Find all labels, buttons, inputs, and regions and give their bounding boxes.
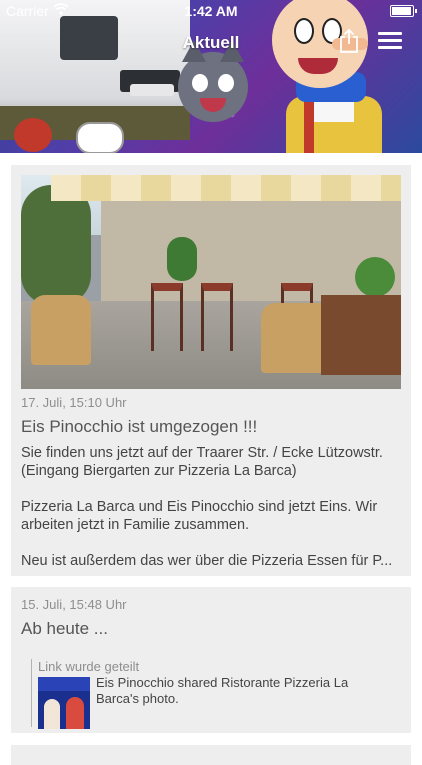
news-feed[interactable]: 17. Juli, 15:10 Uhr Eis Pinocchio ist um…	[0, 153, 422, 765]
photo-stool	[201, 283, 233, 351]
cat-eye	[192, 74, 208, 92]
post-body-line: (Eingang Biergarten zur Pizzeria La Barc…	[21, 463, 297, 479]
photo-plant	[355, 257, 395, 297]
post-body-line: arbeiten jetzt in Familie zusammen.	[21, 517, 250, 533]
post-card[interactable]: 15. Juli, 15:48 Uhr Ab heute ... Link wu…	[11, 587, 411, 733]
post-date: 15. Juli, 15:48 Uhr	[21, 597, 127, 612]
cat-eye	[218, 74, 234, 92]
banner-tomato-figure	[14, 118, 52, 152]
shared-link[interactable]: Link wurde geteilt Eis Pinocchio shared …	[31, 659, 392, 729]
post-body-line: Sie finden uns jetzt auf der Traarer Str…	[21, 445, 383, 461]
status-time: 1:42 AM	[184, 3, 238, 19]
post-body: Sie finden uns jetzt auf der Traarer Str…	[21, 444, 401, 570]
status-bar: Carrier 1:42 AM	[0, 0, 422, 22]
pinocchio-strap	[304, 96, 314, 153]
post-title: Eis Pinocchio ist umgezogen !!!	[21, 417, 258, 436]
photo-tree	[21, 185, 91, 305]
menu-icon-bar	[378, 32, 402, 35]
shared-link-text[interactable]: Eis Pinocchio shared Ristorante Pizzeria…	[96, 675, 386, 707]
shared-link-label: Link wurde geteilt	[38, 659, 140, 674]
menu-icon-bar	[378, 46, 402, 49]
post-body-line: Pizzeria La Barca und Eis Pinocchio sind…	[21, 499, 378, 515]
banner-glove-figure	[76, 122, 124, 153]
thumbnail-banner	[38, 677, 90, 691]
photo-stool	[151, 283, 183, 351]
cat-mouth	[200, 98, 226, 112]
battery-icon	[390, 5, 417, 17]
menu-icon-bar	[378, 39, 402, 42]
photo-table	[321, 295, 401, 375]
shared-link-thumbnail[interactable]	[38, 677, 90, 729]
post-date: 17. Juli, 15:10 Uhr	[21, 395, 127, 410]
pinocchio-mouth	[298, 58, 338, 74]
photo-wall	[101, 201, 401, 301]
banner-cat-figure	[178, 40, 248, 122]
photo-chair	[31, 295, 91, 365]
share-icon[interactable]	[338, 28, 360, 54]
pinocchio-body	[286, 96, 382, 153]
post-card[interactable]: 17. Juli, 15:10 Uhr Eis Pinocchio ist um…	[11, 165, 411, 576]
photo-awning	[51, 175, 401, 201]
menu-icon[interactable]	[378, 32, 402, 50]
photo-plant	[167, 237, 197, 281]
van-light	[130, 84, 174, 96]
post-card[interactable]	[11, 745, 411, 765]
header-banner: Carrier 1:42 AM Aktuell	[0, 0, 422, 153]
post-body-line: Neu ist außerdem das wer über die Pizzer…	[21, 553, 393, 569]
thumbnail-person	[44, 699, 60, 729]
post-title: Ab heute ...	[21, 619, 108, 638]
thumbnail-person	[66, 697, 84, 729]
post-photo[interactable]	[21, 175, 401, 389]
